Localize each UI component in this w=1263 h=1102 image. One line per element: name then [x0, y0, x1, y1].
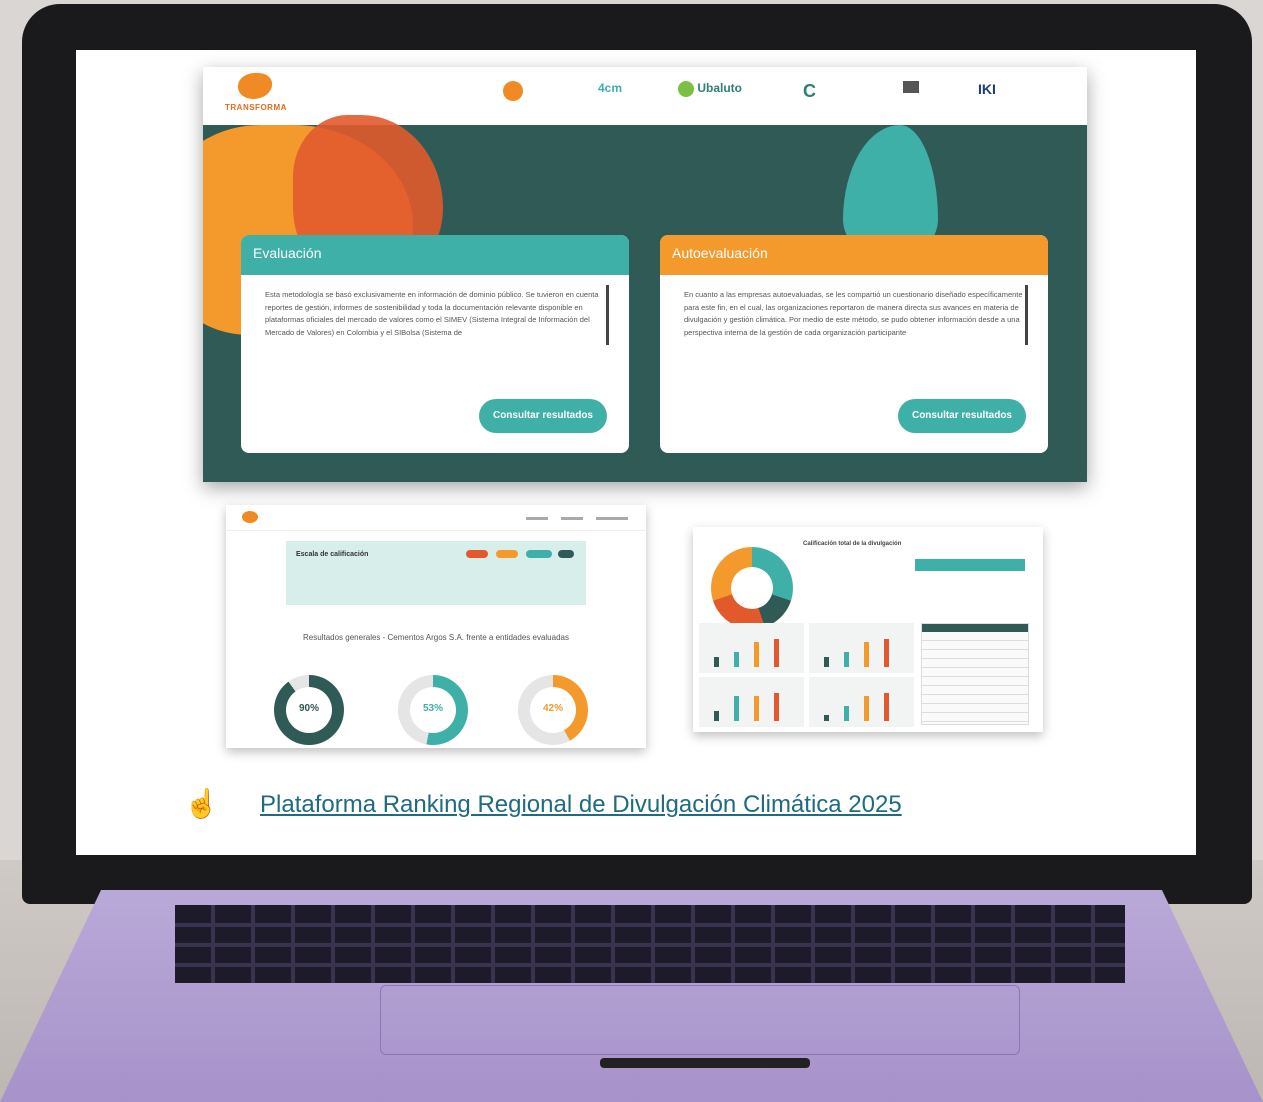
- bar: [734, 652, 739, 667]
- results-title: Resultados generales - Cementos Argos S.…: [303, 633, 569, 642]
- table-row: [922, 676, 1028, 677]
- bar: [714, 657, 719, 667]
- bar: [844, 706, 849, 721]
- scrollbar[interactable]: [606, 285, 609, 345]
- table-row: [922, 694, 1028, 695]
- laptop-keyboard: [175, 905, 1125, 983]
- chameleon-icon: [238, 73, 272, 99]
- card-evaluacion-text: Esta metodología se basó exclusivamente …: [241, 275, 629, 361]
- bar-panel-2: [809, 623, 914, 673]
- bar: [774, 693, 779, 721]
- table-row: [922, 685, 1028, 686]
- dashboard-table: [921, 623, 1029, 725]
- bar: [864, 642, 869, 667]
- table-row: [922, 712, 1028, 713]
- partner-logo-4: C: [803, 81, 816, 101]
- table-row: [922, 703, 1028, 704]
- consultar-resultados-autoevaluacion-button[interactable]: Consultar resultados: [897, 399, 1026, 433]
- laptop-hinge: [600, 1058, 810, 1068]
- bar: [714, 711, 719, 721]
- brand-name: TRANSFORMA: [225, 103, 287, 112]
- bar: [774, 639, 779, 667]
- bar: [884, 693, 889, 721]
- laptop-screen: TRANSFORMA 4cm Ubaluto C IKI Evaluación: [76, 50, 1196, 855]
- dashboard-donut-chart: [711, 547, 793, 629]
- consultar-resultados-evaluacion-button[interactable]: Consultar resultados: [478, 399, 607, 433]
- bar: [864, 696, 869, 721]
- donut-chart-90: 90%: [274, 675, 344, 745]
- bar-panel-3: [699, 677, 804, 727]
- card-evaluacion-paragraph: Esta metodología se basó exclusivamente …: [265, 290, 599, 337]
- screenshot-results: Escala de calificación Resultados genera…: [226, 505, 646, 748]
- bar: [844, 652, 849, 667]
- dashboard-title: Calificación total de la divulgación: [803, 541, 902, 547]
- bar: [754, 696, 759, 721]
- donut-label-90: 90%: [298, 703, 319, 714]
- table-row: [922, 721, 1028, 722]
- card-autoevaluacion: Autoevaluación En cuanto a las empresas …: [660, 235, 1048, 453]
- rating-scale-panel: Escala de calificación: [286, 541, 586, 605]
- partner-ubaluto-label: Ubaluto: [697, 81, 743, 96]
- bar: [734, 696, 739, 721]
- bar-panel-4: [809, 677, 914, 727]
- table-row: [922, 658, 1028, 659]
- screenshot-dashboard: Calificación total de la divulgación: [693, 527, 1043, 732]
- bar: [884, 639, 889, 667]
- rating-scale-title: Escala de calificación: [296, 551, 369, 558]
- partner-logo-5: [903, 81, 919, 93]
- transforma-logo[interactable]: TRANSFORMA: [225, 73, 287, 119]
- table-row: [922, 649, 1028, 650]
- hero-section: Evaluación Esta metodología se basó excl…: [203, 115, 1087, 482]
- nav-link: [526, 517, 548, 520]
- scale-pill-teal: [526, 550, 552, 558]
- platform-link-row: ☝ Plataforma Ranking Regional de Divulga…: [184, 785, 1084, 825]
- card-evaluacion-title: Evaluación: [241, 235, 629, 275]
- bar: [754, 642, 759, 667]
- scale-pill-red: [466, 550, 488, 558]
- transforma-logo-icon: [242, 511, 258, 523]
- bar: [824, 657, 829, 667]
- partner-logo-2: 4cm: [598, 81, 623, 95]
- nav-link: [596, 517, 628, 520]
- donut-label-53: 53%: [422, 703, 443, 714]
- card-autoevaluacion-title: Autoevaluación: [660, 235, 1048, 275]
- scale-pill-orange: [496, 550, 518, 558]
- donut-chart-42: 42%: [518, 675, 588, 745]
- table-row: [922, 640, 1028, 641]
- card-autoevaluacion-paragraph: En cuanto a las empresas autoevaluadas, …: [684, 290, 1023, 337]
- table-header: [922, 624, 1028, 632]
- card-autoevaluacion-text: En cuanto a las empresas autoevaluadas, …: [660, 275, 1048, 361]
- screenshot-nav: [226, 505, 646, 531]
- card-evaluacion: Evaluación Esta metodología se basó excl…: [241, 235, 629, 453]
- partner-logo-ubaluto: Ubaluto: [678, 81, 742, 97]
- partner-logo-iki: IKI: [978, 81, 996, 97]
- table-row: [922, 667, 1028, 668]
- dashboard-filter-button[interactable]: [915, 559, 1025, 571]
- bar: [824, 715, 829, 721]
- scrollbar[interactable]: [1025, 285, 1028, 345]
- partner-logo-1: [503, 81, 523, 101]
- platform-ranking-link[interactable]: Plataforma Ranking Regional de Divulgaci…: [260, 791, 902, 819]
- donut-chart-53: 53%: [398, 675, 468, 745]
- nav-link: [561, 517, 583, 520]
- hand-pointer-icon: ☝: [184, 788, 219, 819]
- laptop-trackpad: [380, 985, 1020, 1055]
- site-preview: TRANSFORMA 4cm Ubaluto C IKI Evaluación: [203, 67, 1087, 482]
- donut-label-42: 42%: [542, 703, 563, 714]
- scale-pill-dark: [558, 550, 574, 558]
- bar-panel-1: [699, 623, 804, 673]
